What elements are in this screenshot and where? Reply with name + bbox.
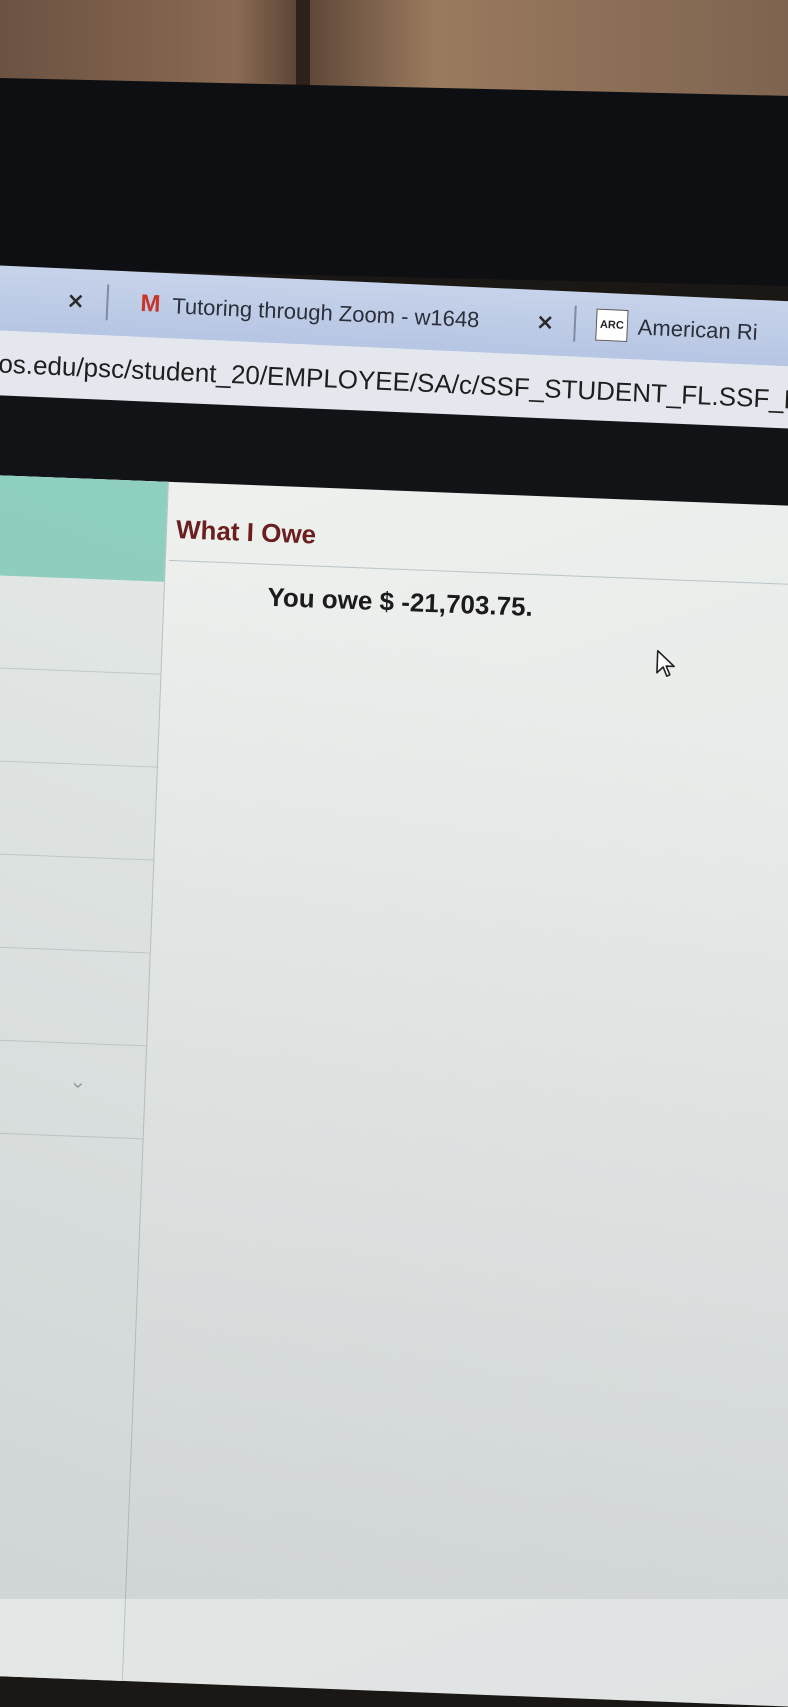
tab-separator [573,305,577,342]
sidebar-item[interactable] [0,667,161,768]
close-icon[interactable]: × [535,310,555,336]
mouse-cursor-icon [656,649,675,677]
page-title: What I Owe [175,514,317,550]
chevron-down-icon: › [67,1081,90,1090]
tab-american-river[interactable]: ARC American Ri [0,265,788,345]
close-icon[interactable]: × [66,289,86,315]
tab-separator [105,284,110,321]
sidebar-item[interactable] [0,946,150,1047]
sidebar-item[interactable] [0,760,157,861]
panel-header: What I Owe [168,499,788,588]
tab-title: American Ri [637,314,759,345]
sidebar-header [0,475,168,582]
arc-icon: ARC [595,308,629,342]
browser-screen: × M Tutoring through Zoom - w1648 × ARC … [0,0,788,1707]
gmail-icon: M [139,289,162,318]
sidebar-item[interactable]: › [0,1039,147,1140]
amount-owed-text: You owe $ -21,703.75. [266,581,534,622]
sidebar-item[interactable] [0,574,165,675]
page-content: › What I Owe You owe $ -21,703.75. [0,475,788,1707]
sidebar-item[interactable] [0,853,154,954]
tab-title: Tutoring through Zoom - w1648 [171,293,480,333]
tab-zoom-tutoring[interactable]: M Tutoring through Zoom - w1648 [0,265,788,332]
sidebar: › [0,475,169,1681]
